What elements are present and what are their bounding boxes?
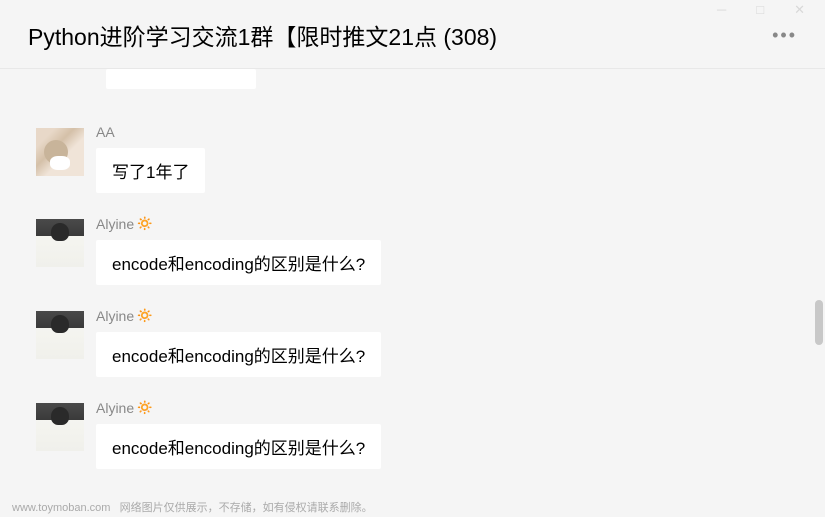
sender-text: Alyine	[96, 216, 134, 232]
sender-name: Alyine 🔅	[96, 307, 381, 324]
message-bubble: 写了1年了	[96, 148, 205, 193]
sender-name: AA	[96, 124, 205, 140]
avatar[interactable]	[36, 311, 84, 359]
avatar[interactable]	[36, 128, 84, 176]
footer-domain: www.toymoban.com	[12, 502, 110, 514]
maximize-icon[interactable]: □	[756, 2, 764, 18]
message-bubble: encode和encoding的区别是什么?	[96, 332, 381, 377]
sun-icon: 🔅	[136, 215, 153, 232]
partial-message	[106, 69, 805, 94]
message-bubble: encode和encoding的区别是什么?	[96, 424, 381, 469]
avatar[interactable]	[36, 403, 84, 451]
scrollbar-thumb[interactable]	[815, 300, 823, 345]
message-row: Alyine 🔅 encode和encoding的区别是什么?	[36, 399, 805, 469]
message-bubble	[106, 69, 256, 89]
sender-text: Alyine	[96, 400, 134, 416]
avatar[interactable]	[36, 219, 84, 267]
message-row: Alyine 🔅 encode和encoding的区别是什么?	[36, 215, 805, 285]
more-icon[interactable]: •••	[772, 25, 797, 46]
window-controls: ─ □ ✕	[697, 0, 825, 20]
sun-icon: 🔅	[136, 399, 153, 416]
sender-name: Alyine 🔅	[96, 399, 381, 416]
close-icon[interactable]: ✕	[794, 2, 805, 18]
chat-title: Python进阶学习交流1群【限时推文21点 (308)	[28, 18, 497, 52]
message-row: AA 写了1年了	[36, 124, 805, 193]
chat-messages-area[interactable]: AA 写了1年了 Alyine 🔅 encode和encoding的区别是什么?…	[0, 69, 825, 496]
message-content: Alyine 🔅 encode和encoding的区别是什么?	[96, 307, 381, 377]
footer-notice: 网络图片仅供展示，不存储，如有侵权请联系删除。	[120, 502, 373, 514]
footer-watermark: www.toymoban.com 网络图片仅供展示，不存储，如有侵权请联系删除。	[12, 499, 373, 515]
minimize-icon[interactable]: ─	[717, 2, 726, 18]
message-content: Alyine 🔅 encode和encoding的区别是什么?	[96, 399, 381, 469]
sender-text: Alyine	[96, 308, 134, 324]
message-bubble: encode和encoding的区别是什么?	[96, 240, 381, 285]
message-content: Alyine 🔅 encode和encoding的区别是什么?	[96, 215, 381, 285]
message-content: AA 写了1年了	[96, 124, 205, 193]
sun-icon: 🔅	[136, 307, 153, 324]
message-row: Alyine 🔅 encode和encoding的区别是什么?	[36, 307, 805, 377]
sender-text: AA	[96, 124, 115, 140]
sender-name: Alyine 🔅	[96, 215, 381, 232]
